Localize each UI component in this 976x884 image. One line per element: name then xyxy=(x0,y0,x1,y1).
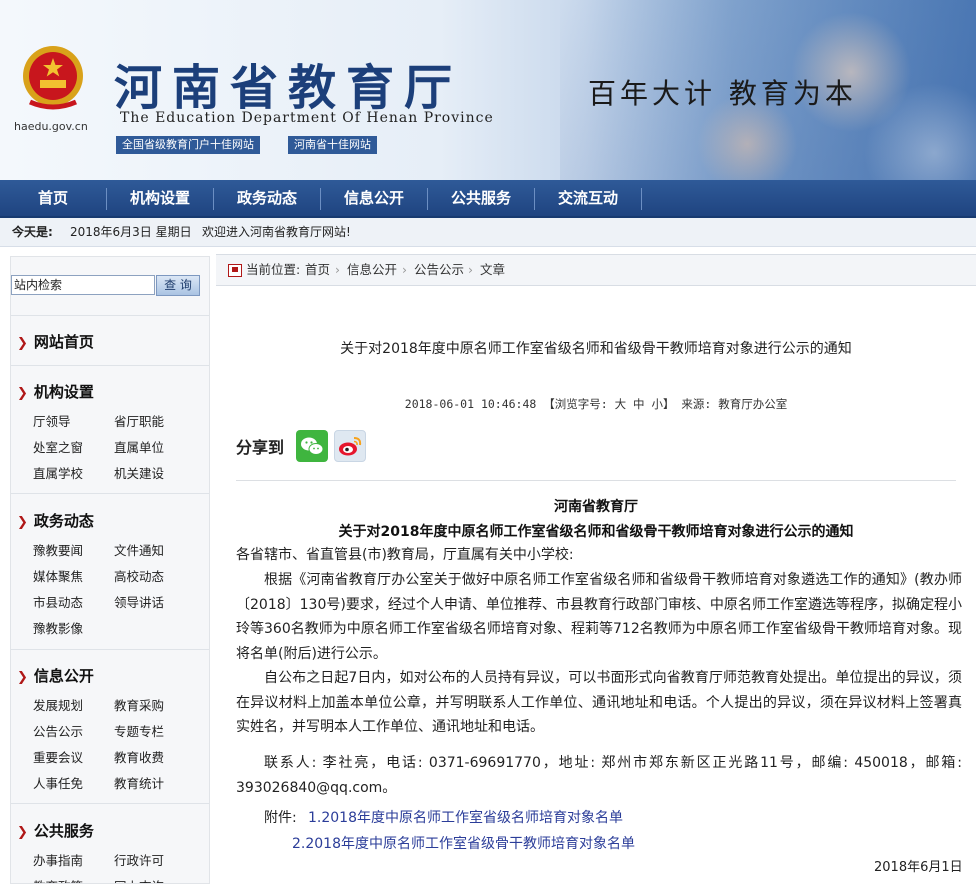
location-icon xyxy=(228,264,242,277)
breadcrumb-separator: › xyxy=(468,262,473,277)
chevron-right-icon: ❯ xyxy=(17,670,28,685)
sidebar-link[interactable]: 行政许可 xyxy=(114,850,164,869)
sidebar-section-organization[interactable]: ❯ 机构设置 xyxy=(17,381,94,402)
main-content: 当前位置: 首页 › 信息公开 › 公告公示 › 文章 关于对2018年度中原名… xyxy=(216,254,976,882)
sidebar-link[interactable]: 省厅职能 xyxy=(114,411,164,430)
sidebar-link[interactable]: 豫教影像 xyxy=(33,618,83,637)
sidebar-link[interactable]: 教育统计 xyxy=(114,773,164,792)
document-paragraph: 自公布之日起7日内，如对公布的人员持有异议，可以书面形式向省教育厅师范教育处提出… xyxy=(236,670,962,735)
award-badge: 全国省级教育门户十佳网站 xyxy=(116,136,260,154)
chevron-right-icon: ❯ xyxy=(17,386,28,401)
sidebar-section-government-news[interactable]: ❯ 政务动态 xyxy=(17,510,94,531)
sidebar-link[interactable]: 重要会议 xyxy=(33,747,83,766)
sidebar-link[interactable]: 领导讲话 xyxy=(114,592,164,611)
sidebar-divider xyxy=(11,803,209,804)
current-date: 2018年6月3日 星期日 xyxy=(70,225,192,239)
sidebar-section-home[interactable]: ❯ 网站首页 xyxy=(17,331,94,352)
nav-divider xyxy=(641,188,642,210)
sidebar-section-title: 公共服务 xyxy=(33,822,94,840)
chevron-right-icon: ❯ xyxy=(17,336,28,351)
document-contact: 联系人: 李社亮，电话: 0371-69691770，地址: 郑州市郑东新区正光… xyxy=(236,755,962,796)
breadcrumb-separator: › xyxy=(402,262,407,277)
today-label: 今天是: xyxy=(12,225,53,239)
nav-public-service[interactable]: 公共服务 xyxy=(428,180,534,216)
sidebar-divider xyxy=(11,493,209,494)
sidebar-link[interactable]: 直属单位 xyxy=(114,437,164,456)
document-date: 2018年6月1日 xyxy=(874,860,963,875)
date-bar: 今天是: 2018年6月3日 星期日 欢迎进入河南省教育厅网站! xyxy=(0,218,976,247)
sidebar-link[interactable]: 人事任免 xyxy=(33,773,83,792)
header-slogan: 百年大计 教育为本 xyxy=(588,77,857,110)
attachments-label: 附件: xyxy=(264,810,297,826)
attachment-link-1[interactable]: 1.2018年度中原名师工作室省级名师培育对象名单 xyxy=(308,807,623,827)
site-title: 河南省教育厅 xyxy=(114,60,463,116)
sidebar-section-title: 机构设置 xyxy=(33,383,94,401)
sidebar: 站内检索 查 询 ❯ 网站首页 ❯ 机构设置 厅领导 省厅职能 处室之窗 直属单位 … xyxy=(10,256,210,884)
nav-information-disclosure[interactable]: 信息公开 xyxy=(321,180,427,216)
nav-government-news[interactable]: 政务动态 xyxy=(214,180,320,216)
breadcrumb: 当前位置: 首页 › 信息公开 › 公告公示 › 文章 xyxy=(216,254,976,286)
sidebar-link[interactable]: 网上查询 xyxy=(114,876,164,883)
sidebar-divider xyxy=(11,365,209,366)
content-divider xyxy=(236,480,956,481)
document-title: 关于对2018年度中原名师工作室省级名师和省级骨干教师培育对象进行公示的通知 xyxy=(338,524,854,540)
sidebar-section-title: 政务动态 xyxy=(33,512,94,530)
breadcrumb-label: 当前位置: xyxy=(246,262,301,277)
welcome-text: 欢迎进入河南省教育厅网站! xyxy=(202,225,351,239)
document-paragraph: 根据《河南省教育厅办公室关于做好中原名师工作室省级名师和省级骨干教师培育对象遴选… xyxy=(236,572,962,662)
domain-label: haedu.gov.cn xyxy=(14,120,88,133)
sidebar-link[interactable]: 直属学校 xyxy=(33,463,83,482)
article-title: 关于对2018年度中原名师工作室省级名师和省级骨干教师培育对象进行公示的通知 xyxy=(340,341,852,357)
chevron-right-icon: ❯ xyxy=(17,825,28,840)
breadcrumb-home[interactable]: 首页 xyxy=(305,255,330,285)
sidebar-link[interactable]: 教育收费 xyxy=(114,747,164,766)
national-emblem-icon xyxy=(23,46,83,110)
weibo-icon-glyph xyxy=(339,437,362,456)
main-nav: 首页 机构设置 政务动态 信息公开 公共服务 交流互动 xyxy=(0,180,976,218)
sidebar-link[interactable]: 办事指南 xyxy=(33,850,83,869)
nav-organization[interactable]: 机构设置 xyxy=(107,180,213,216)
breadcrumb-article: 文章 xyxy=(480,262,506,277)
sidebar-section-title: 信息公开 xyxy=(33,667,94,685)
sidebar-link[interactable]: 公告公示 xyxy=(33,721,83,740)
sidebar-link[interactable]: 机关建设 xyxy=(114,463,164,482)
sidebar-link[interactable]: 教育采购 xyxy=(114,695,164,714)
nav-home[interactable]: 首页 xyxy=(0,180,106,216)
article-meta: 2018-06-01 10:46:48 【浏览字号: 大 中 小】 来源: 教育… xyxy=(404,397,788,411)
sidebar-link[interactable]: 媒体聚焦 xyxy=(33,566,83,585)
sidebar-section-public-service[interactable]: ❯ 公共服务 xyxy=(17,820,94,841)
attachment-link-2[interactable]: 2.2018年度中原名师工作室省级骨干教师培育对象名单 xyxy=(292,833,635,853)
site-subtitle: The Education Department Of Henan Provin… xyxy=(120,110,494,126)
sidebar-link[interactable]: 市县动态 xyxy=(33,592,83,611)
site-header: haedu.gov.cn 河南省教育厅 The Education Depart… xyxy=(0,0,976,180)
document-salutation: 各省辖市、省直管县(市)教育局，厅直属有关中小学校: xyxy=(236,547,574,563)
sidebar-link[interactable]: 豫教要闻 xyxy=(33,540,83,559)
award-badge: 河南省十佳网站 xyxy=(288,136,377,154)
sidebar-link[interactable]: 专题专栏 xyxy=(114,721,164,740)
sidebar-link[interactable]: 发展规划 xyxy=(33,695,83,714)
sidebar-divider xyxy=(11,649,209,650)
wechat-icon-glyph xyxy=(301,437,324,455)
wechat-icon[interactable] xyxy=(296,430,328,462)
sidebar-section-information-disclosure[interactable]: ❯ 信息公开 xyxy=(17,665,94,686)
breadcrumb-info-disclosure[interactable]: 信息公开 xyxy=(347,255,397,285)
chevron-right-icon: ❯ xyxy=(17,515,28,530)
sidebar-link[interactable]: 厅领导 xyxy=(33,411,71,430)
sidebar-section-title: 网站首页 xyxy=(33,333,94,351)
sidebar-link[interactable]: 高校动态 xyxy=(114,566,164,585)
sidebar-link[interactable]: 教育政策 xyxy=(33,876,83,883)
search-button[interactable]: 查 询 xyxy=(156,275,200,296)
breadcrumb-announcements[interactable]: 公告公示 xyxy=(414,255,464,285)
weibo-icon[interactable] xyxy=(334,430,366,462)
sidebar-divider xyxy=(11,315,209,316)
share-label: 分享到 xyxy=(236,438,285,457)
site-search-input[interactable]: 站内检索 xyxy=(11,275,155,295)
nav-interaction[interactable]: 交流互动 xyxy=(535,180,641,216)
sidebar-link[interactable]: 处室之窗 xyxy=(33,437,83,456)
sidebar-link[interactable]: 文件通知 xyxy=(114,540,164,559)
document-issuer: 河南省教育厅 xyxy=(554,499,638,515)
breadcrumb-separator: › xyxy=(335,262,340,277)
